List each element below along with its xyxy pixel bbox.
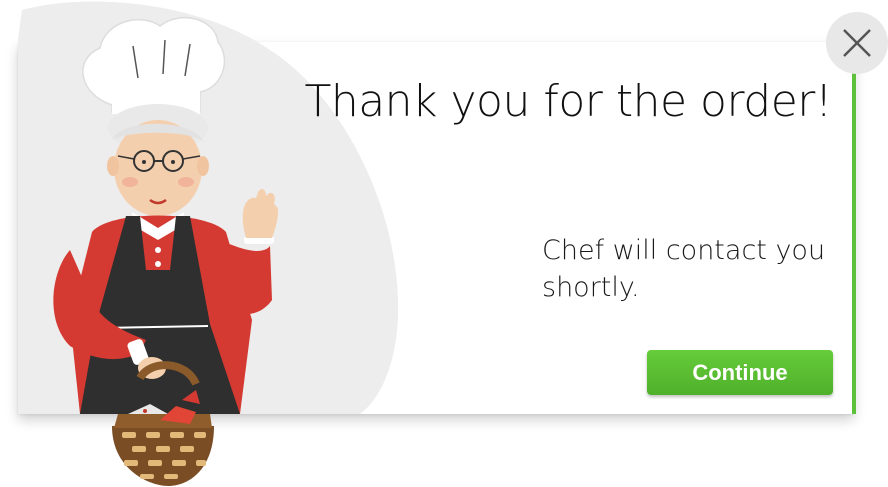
continue-button[interactable]: Continue — [647, 350, 833, 395]
accent-bar — [852, 42, 856, 414]
close-icon — [843, 29, 871, 57]
close-button[interactable] — [826, 12, 888, 74]
page-title: Thank you for the order! — [304, 76, 832, 127]
confirmation-message: Chef will contact you shortly. — [542, 235, 826, 303]
